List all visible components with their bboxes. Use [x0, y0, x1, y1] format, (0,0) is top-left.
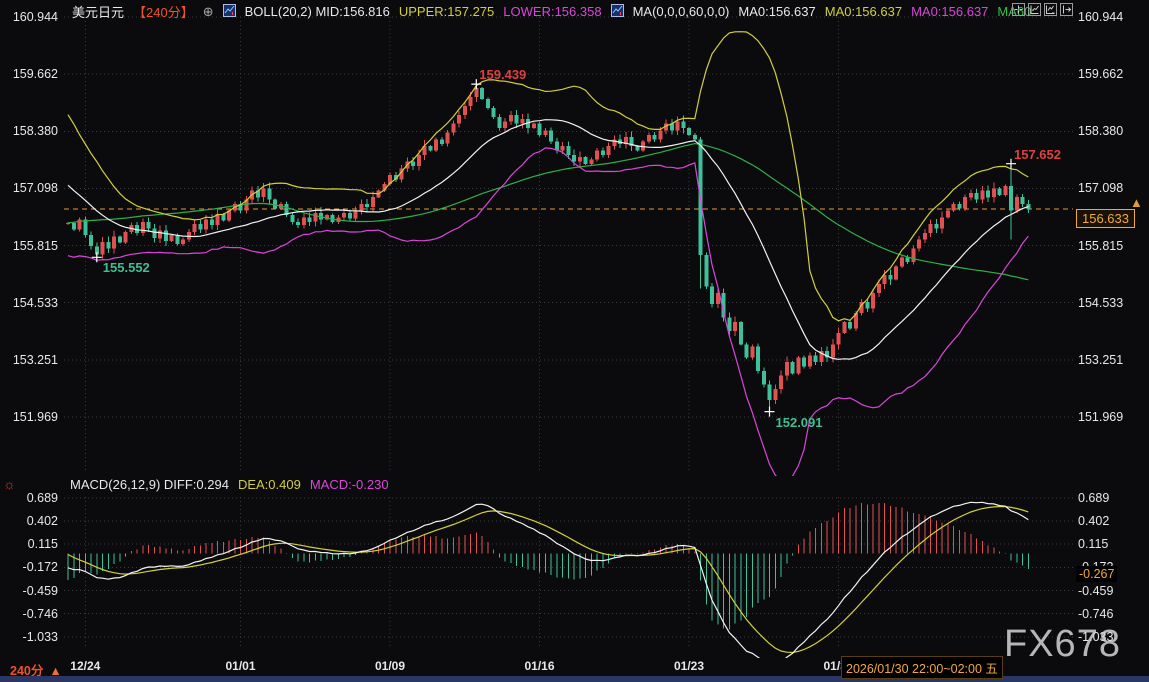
low-annotation: 152.091	[776, 415, 823, 430]
pan-right-icon[interactable]	[1060, 3, 1073, 16]
add-indicator-icon[interactable]: ⊕	[203, 4, 214, 20]
price-axis-label-right: 154.533	[1078, 296, 1123, 310]
date-axis-label: 12/24	[70, 659, 100, 673]
macd-axis-label-left: -0.172	[0, 560, 58, 574]
boll-lower-value: LOWER:156.358	[503, 4, 601, 19]
current-price-badge: 156.633	[1076, 209, 1135, 228]
macd-indicator-header: MACD(26,12,9) DIFF:0.294 DEA:0.409 MACD:-0…	[70, 477, 389, 492]
timeframe-label[interactable]: 【240分】	[133, 2, 194, 21]
price-axis-label-right: 153.251	[1078, 353, 1123, 367]
macd-settings-icon[interactable]: ☼	[3, 476, 16, 492]
ma-params: MA(0,0,0,60,0,0)	[633, 4, 730, 19]
macd-axis-label-left: 0.402	[0, 514, 58, 528]
low-annotation: 155.552	[103, 260, 150, 275]
watermark: FX678	[1004, 623, 1121, 666]
price-axis-label-left: 153.251	[0, 353, 58, 367]
candles	[66, 84, 1030, 412]
current-macd-badge: -0.267	[1076, 566, 1117, 582]
price-up-arrow-icon: ▲	[1130, 195, 1143, 210]
boll-mid-value: BOLL(20,2) MID:156.816	[245, 4, 390, 19]
price-axis-label-left: 155.815	[0, 239, 58, 253]
fit-chart-right-icon[interactable]	[1044, 3, 1057, 16]
macd-axis-label-right: -0.459	[1078, 584, 1113, 598]
price-axis-label-left: 159.662	[0, 67, 58, 81]
macd-dea-value: DEA:0.409	[238, 477, 301, 492]
date-axis-label: 01/09	[375, 659, 405, 673]
macd-diff-value: MACD(26,12,9) DIFF:0.294	[70, 477, 229, 492]
crosshair-icon[interactable]	[1012, 3, 1025, 16]
price-axis-label-left: 154.533	[0, 296, 58, 310]
price-axis-label-left: 151.969	[0, 410, 58, 424]
candle-chart-icon	[223, 4, 236, 20]
price-indicator-header: 美元日元【240分】 ⊕ BOLL(20,2) MID:156.816 UPPER:1…	[72, 2, 1035, 21]
price-axis-label-right: 158.380	[1078, 124, 1123, 138]
price-axis-label-left: 160.944	[0, 10, 58, 24]
price-axis-label-right: 157.098	[1078, 181, 1123, 195]
date-axis-label: 01/16	[524, 659, 554, 673]
macd-histogram	[68, 503, 1028, 630]
macd-hist-value: MACD:-0.230	[310, 477, 389, 492]
macd-axis-label-left: -1.033	[0, 630, 58, 644]
macd-axis-label-left: 0.689	[0, 491, 58, 505]
price-axis-label-left: 158.380	[0, 124, 58, 138]
gridlines	[64, 17, 1073, 648]
macd-axis-label-left: 0.115	[0, 537, 58, 551]
instrument-name: 美元日元	[72, 2, 124, 21]
fit-chart-left-icon[interactable]	[1028, 3, 1041, 16]
ma0-white-value: MA0:156.637	[738, 4, 815, 19]
date-axis-label: 01/23	[674, 659, 704, 673]
price-axis-label-right: 160.944	[1078, 10, 1123, 24]
macd-axis-label-right: 0.115	[1078, 537, 1108, 551]
price-axis-label-left: 157.098	[0, 181, 58, 195]
macd-axis-label-left: -0.746	[0, 607, 58, 621]
boll-upper-value: UPPER:157.275	[399, 4, 494, 19]
ma0-magenta-value: MA0:156.637	[911, 4, 988, 19]
price-axis-label-right: 159.662	[1078, 67, 1123, 81]
macd-axis-label-right: 0.402	[1078, 514, 1109, 528]
macd-axis-label-right: -0.746	[1078, 607, 1113, 621]
fx-chart-app: 美元日元【240分】 ⊕ BOLL(20,2) MID:156.816 UPPER:1…	[0, 0, 1149, 682]
macd-axis-label-right: 0.689	[1078, 491, 1109, 505]
chart-toolbar	[1012, 3, 1073, 16]
ma0-yellow-value: MA0:156.637	[825, 4, 902, 19]
macd-axis-label-left: -0.459	[0, 584, 58, 598]
chart-canvas[interactable]	[0, 0, 1149, 682]
high-annotation: 159.439	[479, 67, 526, 82]
line-chart-icon	[611, 4, 624, 20]
price-axis-label-right: 155.815	[1078, 239, 1123, 253]
session-time-chip: 2026/01/30 22:00~02:00 五	[841, 656, 1003, 679]
date-axis-label: 01/01	[225, 659, 255, 673]
price-axis-label-right: 151.969	[1078, 410, 1123, 424]
price-overlays	[68, 32, 1028, 481]
high-annotation: 157.652	[1014, 147, 1061, 162]
